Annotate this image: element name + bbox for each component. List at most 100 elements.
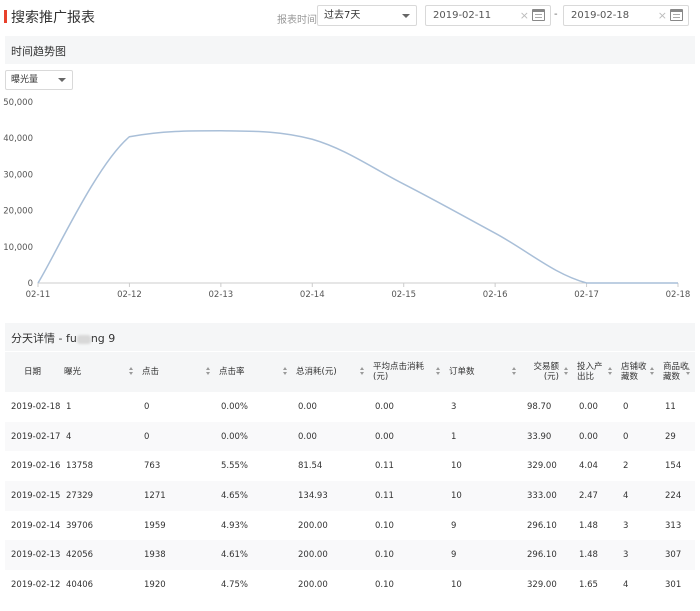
table-cell: 2019-02-13 bbox=[5, 540, 60, 571]
table-cell: 4.61% bbox=[215, 540, 292, 571]
table-cell: 224 bbox=[659, 481, 695, 511]
column-header[interactable]: 店铺收藏数 bbox=[617, 352, 659, 392]
calendar-icon[interactable] bbox=[532, 9, 545, 21]
column-header[interactable]: 订单数 bbox=[445, 352, 521, 392]
x-tick-label: 02-16 bbox=[483, 290, 508, 300]
detail-title-prefix: 分天详情 - fu bbox=[11, 332, 77, 345]
table-cell: 10 bbox=[451, 579, 462, 590]
daily-detail-table: 日期 曝光 点击 点击率 总消耗(元) 平均点击消耗(元) 订单数 交易额(元) 投入产出比 店铺… bbox=[5, 352, 695, 600]
calendar-icon[interactable] bbox=[670, 9, 683, 21]
table-cell: 4 bbox=[60, 421, 138, 452]
table-cell: 0.00 bbox=[369, 421, 445, 452]
table-row: 2019-02-14 39706 1959 4.93% 200.00 0.10 9 296.1… bbox=[5, 511, 695, 541]
column-header[interactable]: 商品收藏数 bbox=[659, 352, 695, 392]
table-cell: 9 bbox=[451, 520, 457, 531]
table-cell: 1 bbox=[66, 401, 72, 412]
table-cell: 0.00% bbox=[215, 421, 292, 452]
report-header: 搜索推广报表 报表时间 过去7天 2019-02-11 × - 2019-02-… bbox=[0, 0, 700, 32]
table-cell: 307 bbox=[659, 540, 695, 571]
table-cell: 154 bbox=[665, 461, 682, 472]
redacted-mask bbox=[76, 334, 91, 344]
column-header[interactable]: 交易额(元) bbox=[521, 352, 573, 392]
table-cell: 0.00% bbox=[221, 401, 249, 412]
table-cell: 313 bbox=[665, 520, 682, 531]
end-date-input[interactable]: 2019-02-18 × bbox=[563, 5, 689, 26]
sort-icon[interactable] bbox=[512, 367, 517, 377]
report-range-select[interactable]: 过去7天 bbox=[317, 5, 417, 26]
table-cell: 296.10 bbox=[527, 520, 557, 531]
table-cell: 1.48 bbox=[573, 540, 617, 571]
table-cell: 1271 bbox=[138, 481, 215, 511]
table-row: 2019-02-18 1 0 0.00% 0.00 0.00 3 98.70 0.00 0 11 bbox=[5, 392, 695, 422]
table-cell: 2019-02-16 bbox=[11, 461, 60, 472]
clear-start-date-icon[interactable]: × bbox=[520, 6, 529, 25]
column-header-label: 点击率 bbox=[219, 367, 245, 377]
table-cell: 0 bbox=[138, 421, 215, 452]
table-cell: 1.65 bbox=[579, 579, 598, 590]
column-header[interactable]: 曝光 bbox=[60, 352, 138, 392]
title-accent-bar bbox=[4, 10, 7, 23]
column-header[interactable]: 点击率 bbox=[215, 352, 292, 392]
table-cell: 3 bbox=[451, 401, 457, 412]
trend-section-header: 时间趋势图 bbox=[5, 36, 695, 64]
table-cell: 1 bbox=[445, 421, 521, 452]
table-cell: 29 bbox=[659, 421, 695, 452]
table-cell: 0.00 bbox=[579, 401, 598, 412]
sort-icon[interactable] bbox=[650, 367, 655, 377]
column-header[interactable]: 平均点击消耗(元) bbox=[369, 352, 445, 392]
table-cell: 763 bbox=[144, 461, 161, 472]
column-header-label: 交易额(元) bbox=[533, 362, 559, 382]
sort-icon[interactable] bbox=[129, 367, 134, 377]
table-cell: 13758 bbox=[66, 461, 94, 472]
metric-select[interactable]: 曝光量 bbox=[5, 70, 73, 90]
table-cell: 2019-02-17 bbox=[5, 421, 60, 452]
table-cell: 301 bbox=[665, 579, 682, 590]
table-cell: 333.00 bbox=[521, 481, 573, 511]
table-cell: 1920 bbox=[144, 579, 166, 590]
table-row: 2019-02-16 13758 763 5.55% 81.54 0.11 10 329.00… bbox=[5, 451, 695, 481]
start-date-input[interactable]: 2019-02-11 × bbox=[425, 5, 551, 26]
table-row: 2019-02-13 42056 1938 4.61% 200.00 0.10 9 296.1… bbox=[5, 540, 695, 571]
column-header-label: 投入产出比 bbox=[577, 362, 603, 382]
table-cell: 4.65% bbox=[215, 481, 292, 511]
sort-icon[interactable] bbox=[686, 367, 691, 377]
table-cell: 0.10 bbox=[375, 520, 394, 531]
column-header[interactable]: 点击 bbox=[138, 352, 215, 392]
table-cell: 0.11 bbox=[369, 481, 445, 511]
end-date-value: 2019-02-18 bbox=[571, 10, 630, 21]
table-cell: 200.00 bbox=[292, 540, 369, 571]
table-cell: 1959 bbox=[144, 520, 166, 531]
page-title: 搜索推广报表 bbox=[11, 10, 95, 26]
column-header[interactable]: 总消耗(元) bbox=[292, 352, 369, 392]
table-row: 2019-02-17 4 0 0.00% 0.00 0.00 1 33.90 0.00 0 29 bbox=[5, 421, 695, 452]
column-header-label: 总消耗(元) bbox=[296, 367, 337, 377]
sort-icon[interactable] bbox=[360, 367, 365, 377]
sort-icon[interactable] bbox=[608, 367, 613, 377]
column-header[interactable]: 投入产出比 bbox=[573, 352, 617, 392]
y-tick-label: 50,000 bbox=[3, 98, 33, 108]
sort-icon[interactable] bbox=[206, 367, 211, 377]
x-tick-label: 02-18 bbox=[666, 290, 691, 300]
chevron-down-icon bbox=[402, 14, 410, 18]
table-cell: 296.10 bbox=[521, 540, 573, 571]
y-tick-label: 40,000 bbox=[3, 134, 33, 144]
trend-line-chart: 0 10,000 20,000 30,000 40,000 50,000 02-11 02-1… bbox=[3, 98, 691, 300]
table-cell: 0.00 bbox=[292, 421, 369, 452]
table-cell: 27329 bbox=[60, 481, 138, 511]
sort-icon[interactable] bbox=[436, 367, 441, 377]
detail-section-title: 分天详情 - fu ng 9 bbox=[11, 330, 115, 346]
report-range-label: 报表时间 bbox=[277, 15, 317, 26]
date-separator: - bbox=[554, 9, 558, 20]
table-cell: 39706 bbox=[66, 520, 94, 531]
sort-icon[interactable] bbox=[564, 367, 569, 377]
table-cell: 98.70 bbox=[527, 401, 552, 412]
table-cell: 0.00 bbox=[573, 421, 617, 452]
y-tick-label: 20,000 bbox=[3, 207, 33, 217]
sort-icon[interactable] bbox=[283, 367, 288, 377]
report-range-value: 过去7天 bbox=[324, 10, 361, 21]
trend-section-title: 时间趋势图 bbox=[11, 45, 66, 58]
table-cell: 2.47 bbox=[573, 481, 617, 511]
clear-end-date-icon[interactable]: × bbox=[658, 6, 667, 25]
table-row: 2019-02-12 40406 1920 4.75% 200.00 0.10 10 329.… bbox=[5, 570, 695, 600]
table-cell: 0 bbox=[623, 401, 629, 412]
